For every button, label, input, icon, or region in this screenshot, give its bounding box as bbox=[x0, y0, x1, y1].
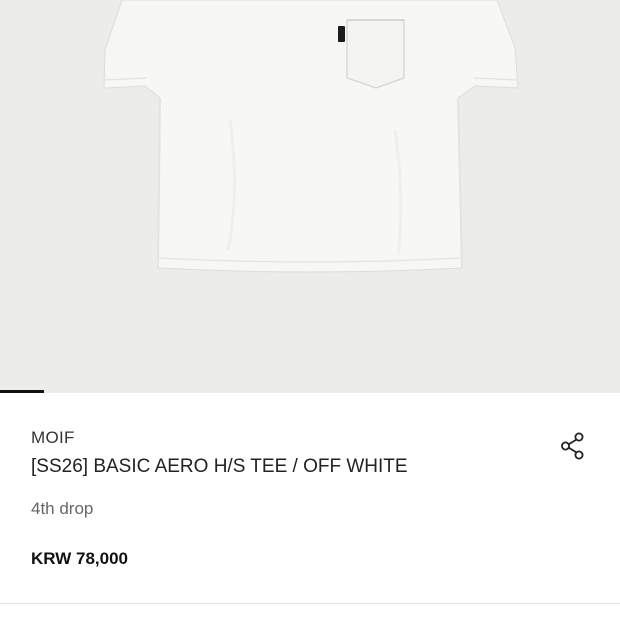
product-subtitle: 4th drop bbox=[31, 499, 94, 518]
brand-name[interactable]: MOIF bbox=[31, 428, 75, 448]
product-image-gallery[interactable] bbox=[0, 0, 620, 393]
section-divider bbox=[0, 603, 620, 604]
product-photo-tshirt bbox=[103, 0, 519, 273]
share-icon bbox=[561, 432, 584, 460]
share-button[interactable] bbox=[556, 429, 590, 463]
product-title: [SS26] BASIC AERO H/S TEE / OFF WHITE bbox=[31, 456, 408, 477]
product-price: KRW 78,000 bbox=[31, 549, 129, 568]
